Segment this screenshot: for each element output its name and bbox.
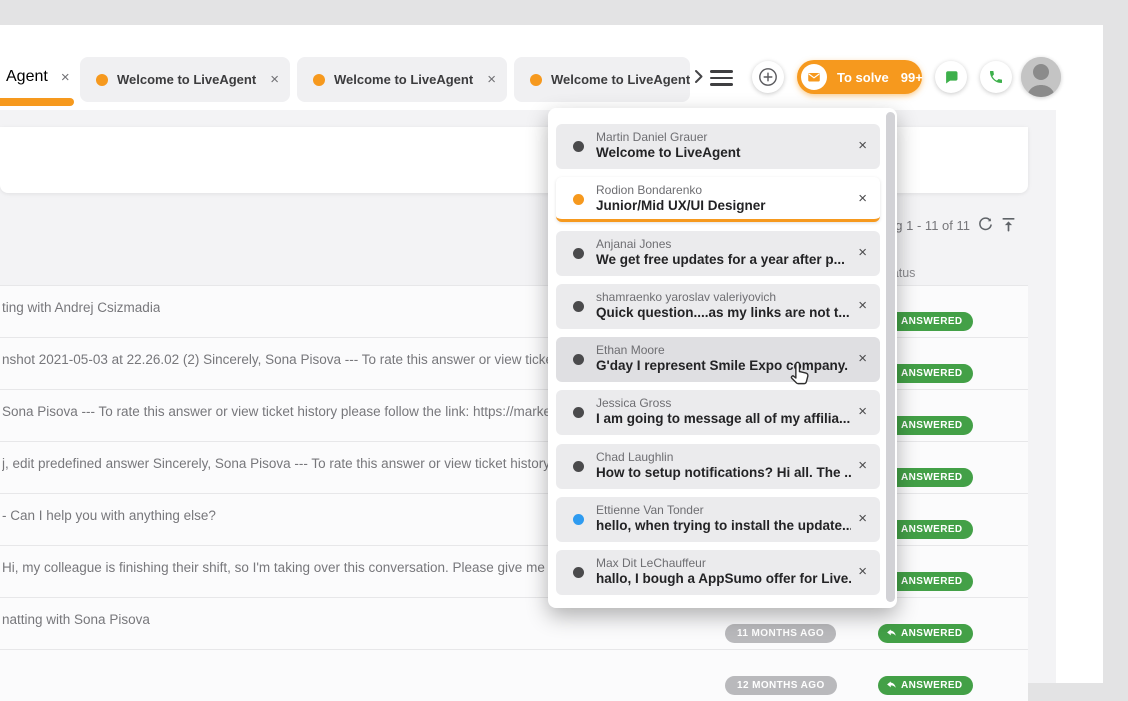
plus-circle-icon <box>758 67 778 87</box>
chevron-right-icon[interactable] <box>691 69 706 89</box>
status-dot-icon <box>573 567 584 578</box>
status-dot-icon <box>573 461 584 472</box>
contact-name: Max Dit LeChauffeur <box>596 556 706 570</box>
ticket-age-badge: 11 MONTHS AGO <box>725 624 836 643</box>
tab-list-dropdown: Martin Daniel GrauerWelcome to LiveAgent… <box>548 108 897 608</box>
status-dot-icon <box>573 194 584 205</box>
contact-name: Rodion Bondarenko <box>596 183 702 197</box>
contact-name: shamraenko yaroslav valeriyovich <box>596 290 776 304</box>
close-icon[interactable]: × <box>858 511 867 526</box>
ticket-subject: How to setup notifications? Hi all. The … <box>596 465 851 480</box>
close-icon[interactable]: × <box>858 564 867 579</box>
status-dot-icon <box>573 407 584 418</box>
tab-list-item[interactable]: Ethan MooreG'day I represent Smile Expo … <box>556 337 880 382</box>
calls-button[interactable] <box>980 61 1012 93</box>
status-badge-label: ANSWERED <box>901 316 963 327</box>
close-icon[interactable]: × <box>858 138 867 153</box>
reply-icon <box>886 628 897 639</box>
tab-list-item[interactable]: Rodion BondarenkoJunior/Mid UX/UI Design… <box>556 177 880 222</box>
inbox-icon <box>801 64 827 90</box>
ticket-subject: Quick question....as my links are not t.… <box>596 305 850 320</box>
ticket-subject: I am going to message all of my affilia.… <box>596 411 850 426</box>
tab-list-item[interactable]: shamraenko yaroslav valeriyovichQuick qu… <box>556 284 880 329</box>
active-tab-indicator <box>0 98 74 106</box>
contact-name: Anjanai Jones <box>596 237 671 251</box>
ticket-age-badge: 12 MONTHS AGO <box>725 676 837 695</box>
chats-button[interactable] <box>935 61 967 93</box>
ticket-preview-text: Sona Pisova --- To rate this answer or v… <box>2 404 562 419</box>
status-badge-label: ANSWERED <box>901 368 963 379</box>
close-icon[interactable]: × <box>858 245 867 260</box>
tab-list-item[interactable]: Ettienne Van Tonderhello, when trying to… <box>556 497 880 542</box>
dropdown-scrollbar[interactable] <box>886 112 895 602</box>
to-solve-count: 99+ <box>901 70 923 85</box>
reply-icon <box>886 680 897 691</box>
tab-label: Agent <box>6 68 48 86</box>
ticket-subject: hallo, I bough a AppSumo offer for Live.… <box>596 571 851 586</box>
status-badge-label: ANSWERED <box>901 628 963 639</box>
user-avatar[interactable] <box>1021 57 1061 97</box>
close-icon[interactable]: × <box>270 72 279 87</box>
ticket-preview-text: - Can I help you with anything else? <box>2 508 216 523</box>
contact-name: Ettienne Van Tonder <box>596 503 704 517</box>
tab-label: Welcome to LiveAgent <box>117 72 256 87</box>
orange-dot-icon <box>530 74 542 86</box>
tab-agent-active[interactable]: Agent × <box>0 55 76 99</box>
tab-label: Welcome to LiveAgent <box>334 72 473 87</box>
orange-dot-icon <box>96 74 108 86</box>
tab-list-item[interactable]: Anjanai JonesWe get free updates for a y… <box>556 231 880 276</box>
close-icon[interactable]: × <box>858 404 867 419</box>
status-badge: ANSWERED <box>878 676 973 695</box>
status-dot-icon <box>573 514 584 525</box>
close-icon[interactable]: × <box>61 69 70 86</box>
tab-welcome-1[interactable]: Welcome to LiveAgent × <box>80 57 290 102</box>
status-badge: ANSWERED <box>878 624 973 643</box>
status-dot-icon <box>573 248 584 259</box>
tab-welcome-3[interactable]: Welcome to LiveAgent <box>514 57 690 102</box>
scroll-to-top-icon[interactable] <box>1000 216 1017 238</box>
contact-name: Jessica Gross <box>596 396 671 410</box>
tab-list-menu-icon[interactable] <box>710 70 733 86</box>
refresh-icon[interactable] <box>977 216 994 238</box>
contact-name: Martin Daniel Grauer <box>596 130 707 144</box>
contact-name: Ethan Moore <box>596 343 665 357</box>
contact-name: Chad Laughlin <box>596 450 673 464</box>
close-icon[interactable]: × <box>858 351 867 366</box>
tab-list-item[interactable]: Martin Daniel GrauerWelcome to LiveAgent… <box>556 124 880 169</box>
ticket-preview-text: ting with Andrej Csizmadia <box>2 300 160 315</box>
tab-welcome-2[interactable]: Welcome to LiveAgent × <box>297 57 507 102</box>
to-solve-button[interactable]: To solve 99+ <box>797 60 922 94</box>
ticket-preview-text: nshot 2021-05-03 at 22.26.02 (2) Sincere… <box>2 352 562 367</box>
close-icon[interactable]: × <box>858 458 867 473</box>
ticket-preview-text: j, edit predefined answer Sincerely, Son… <box>2 456 562 471</box>
to-solve-label: To solve <box>837 70 889 85</box>
close-icon[interactable]: × <box>858 298 867 313</box>
status-badge-label: ANSWERED <box>901 420 963 431</box>
status-badge-label: ANSWERED <box>901 680 963 691</box>
ticket-preview-text: Hi, my colleague is finishing their shif… <box>2 560 562 575</box>
orange-dot-icon <box>313 74 325 86</box>
tab-list-item[interactable]: Chad LaughlinHow to setup notifications?… <box>556 444 880 489</box>
status-dot-icon <box>573 141 584 152</box>
ticket-subject: Welcome to LiveAgent <box>596 145 741 160</box>
chat-icon <box>943 69 959 85</box>
tab-list-item[interactable]: Jessica GrossI am going to message all o… <box>556 390 880 435</box>
phone-icon <box>988 69 1004 85</box>
add-tab-button[interactable] <box>752 61 784 93</box>
close-icon[interactable]: × <box>487 72 496 87</box>
tab-list-item[interactable]: Max Dit LeChauffeurhallo, I bough a AppS… <box>556 550 880 595</box>
status-badge-label: ANSWERED <box>901 576 963 587</box>
ticket-subject: hello, when trying to install the update… <box>596 518 851 533</box>
ticket-row[interactable]: 12 MONTHS AGO ANSWERED <box>0 649 1028 701</box>
ticket-preview-text: natting with Sona Pisova <box>2 612 150 627</box>
cursor-pointer-icon <box>786 360 814 393</box>
status-dot-icon <box>573 354 584 365</box>
ticket-subject: Junior/Mid UX/UI Designer <box>596 198 766 213</box>
ticket-subject: We get free updates for a year after p..… <box>596 252 845 267</box>
status-badge-label: ANSWERED <box>901 472 963 483</box>
tab-label: Welcome to LiveAgent <box>551 72 690 87</box>
status-badge-label: ANSWERED <box>901 524 963 535</box>
status-dot-icon <box>573 301 584 312</box>
close-icon[interactable]: × <box>858 191 867 206</box>
